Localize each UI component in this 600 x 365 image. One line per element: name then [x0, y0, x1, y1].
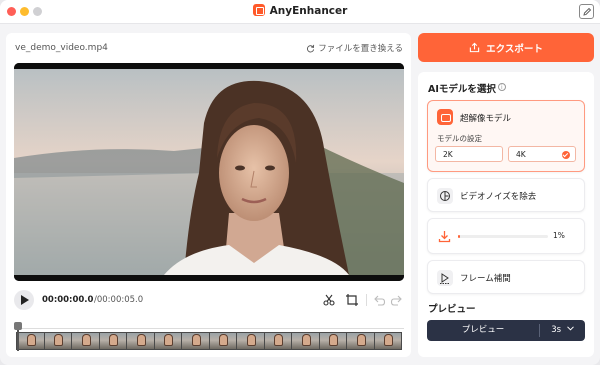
- edit-icon[interactable]: [579, 4, 594, 19]
- video-filename: ve_demo_video.mp4: [15, 43, 108, 53]
- super-resolution-icon: [437, 109, 453, 125]
- scissors-icon[interactable]: [322, 293, 336, 307]
- refresh-icon: [307, 44, 315, 52]
- model-setting-label: モデルの設定: [437, 134, 482, 143]
- redo-icon[interactable]: [390, 293, 404, 307]
- timeline-track: [14, 328, 404, 329]
- filmstrip-frame: [44, 333, 71, 349]
- playback-controls: 00:00:00.0 /00:00:05.0: [14, 288, 404, 312]
- filmstrip-frame: [127, 333, 154, 349]
- filmstrip-frame: [99, 333, 126, 349]
- denoise-card[interactable]: ビデオノイズを除去: [427, 178, 585, 212]
- frame-interpolation-label: フレーム補間: [460, 274, 511, 284]
- resolution-option-4k[interactable]: 4K: [508, 146, 576, 162]
- total-time: /00:00:05.0: [94, 295, 144, 305]
- current-time: 00:00:00.0: [42, 295, 94, 305]
- chevron-down-icon: [566, 326, 574, 331]
- filmstrip[interactable]: [16, 332, 402, 350]
- app-title-text: AnyEnhancer: [269, 5, 348, 17]
- undo-icon[interactable]: [372, 293, 386, 307]
- download-icon: [438, 231, 451, 243]
- super-resolution-card[interactable]: 超解像モデル モデルの設定 2K 4K: [427, 100, 585, 172]
- filmstrip-frame: [182, 333, 209, 349]
- video-preview[interactable]: [14, 63, 404, 281]
- filmstrip-frame: [319, 333, 346, 349]
- filmstrip-frame: [17, 333, 44, 349]
- playhead-handle[interactable]: [14, 322, 22, 351]
- filmstrip-frame: [264, 333, 291, 349]
- duration-select[interactable]: 3s: [540, 320, 585, 341]
- upload-icon: [469, 42, 480, 53]
- frame-interpolation-card[interactable]: フレーム補間: [427, 260, 585, 294]
- app-title: AnyEnhancer: [0, 4, 600, 17]
- filmstrip-frame: [72, 333, 99, 349]
- filmstrip-frame: [209, 333, 236, 349]
- filmstrip-frame: [374, 333, 401, 349]
- ai-model-panel: AIモデルを選択 i 超解像モデル モデルの設定 2K 4K ビデオノイズを除去 …: [418, 72, 594, 357]
- duration-value: 3s: [551, 325, 562, 335]
- app-window: AnyEnhancer ve_demo_video.mp4 ファイルを置き換える: [0, 0, 600, 365]
- ai-model-title: AIモデルを選択 i: [428, 81, 506, 95]
- resolution-option-2k-label: 2K: [443, 150, 453, 159]
- replace-file-button[interactable]: ファイルを置き換える: [306, 42, 403, 54]
- preview-button[interactable]: プレビュー: [427, 320, 539, 341]
- check-icon: [562, 151, 570, 159]
- resolution-option-2k[interactable]: 2K: [435, 146, 503, 162]
- progress-fill: [458, 235, 460, 238]
- filmstrip-frame: [154, 333, 181, 349]
- export-label: エクスポート: [486, 43, 543, 55]
- frame-interpolation-icon: [437, 270, 453, 286]
- progress-card: 1%: [427, 218, 585, 254]
- app-logo-icon: [252, 4, 265, 16]
- video-panel: ve_demo_video.mp4 ファイルを置き換える 00:00:00.0 …: [6, 33, 411, 357]
- denoise-label: ビデオノイズを除去: [460, 192, 537, 202]
- ai-model-title-text: AIモデルを選択: [428, 84, 496, 95]
- timeline[interactable]: [14, 322, 404, 353]
- resolution-option-4k-label: 4K: [516, 150, 526, 159]
- filmstrip-frame: [347, 333, 374, 349]
- progress-value: 1%: [553, 231, 565, 240]
- controls-divider: [366, 294, 367, 306]
- super-resolution-label: 超解像モデル: [460, 114, 512, 124]
- progress-track: [458, 235, 548, 238]
- title-bar: AnyEnhancer: [0, 0, 600, 24]
- preview-bar: プレビュー 3s: [427, 320, 585, 341]
- replace-file-label: ファイルを置き換える: [318, 44, 403, 54]
- play-icon[interactable]: [14, 290, 34, 310]
- denoise-icon: [437, 188, 453, 204]
- export-button[interactable]: エクスポート: [418, 33, 594, 62]
- preview-title: プレビュー: [428, 304, 476, 315]
- info-icon[interactable]: i: [497, 83, 506, 91]
- filmstrip-frame: [237, 333, 264, 349]
- filmstrip-frame: [292, 333, 319, 349]
- crop-icon[interactable]: [345, 293, 359, 307]
